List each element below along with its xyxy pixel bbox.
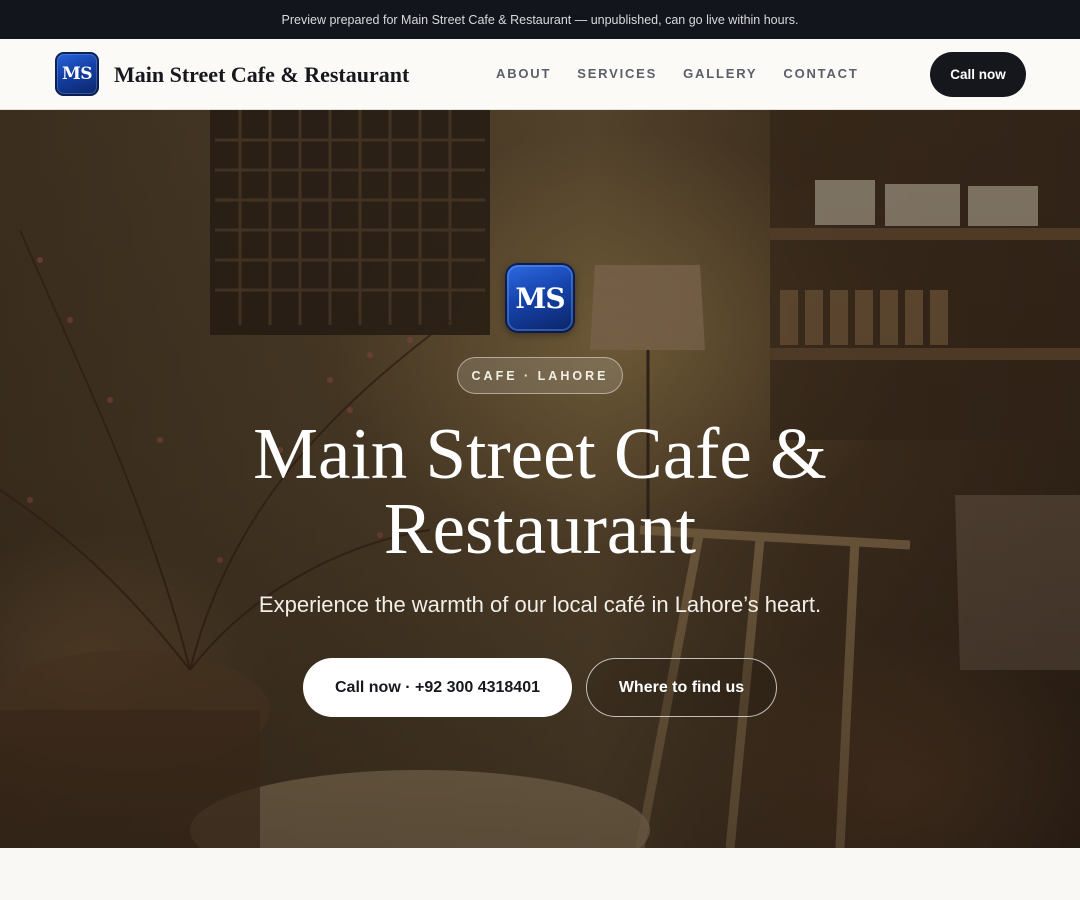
main-nav: ABOUT SERVICES GALLERY CONTACT <box>496 66 885 81</box>
brand-name[interactable]: Main Street Cafe & Restaurant <box>114 62 409 88</box>
header-call-button[interactable]: Call now <box>930 52 1026 97</box>
find-us-button[interactable]: Where to find us <box>586 658 777 717</box>
brand-logo-text: MS <box>61 64 93 84</box>
brand-logo[interactable]: MS <box>55 52 99 96</box>
site-header: MS Main Street Cafe & Restaurant ABOUT S… <box>0 39 1080 110</box>
hero-subtitle: Experience the warmth of our local café … <box>258 592 822 617</box>
location-tag: CAFE · LAHORE <box>457 357 623 394</box>
call-now-button[interactable]: Call now · +92 300 4318401 <box>303 658 572 717</box>
hero-section: MS CAFE · LAHORE Main Street Cafe & Rest… <box>0 110 1080 848</box>
hero-content: MS CAFE · LAHORE Main Street Cafe & Rest… <box>0 110 1080 848</box>
hero-logo: MS <box>505 263 575 333</box>
hero-title: Main Street Cafe & Restaurant <box>253 413 827 569</box>
nav-link-gallery[interactable]: GALLERY <box>683 66 757 81</box>
preview-banner: Preview prepared for Main Street Cafe & … <box>0 0 1080 39</box>
nav-link-about[interactable]: ABOUT <box>496 66 551 81</box>
preview-banner-text: Preview prepared for Main Street Cafe & … <box>281 12 799 27</box>
hero-logo-text: MS <box>515 281 565 315</box>
nav-link-contact[interactable]: CONTACT <box>783 66 858 81</box>
nav-link-services[interactable]: SERVICES <box>577 66 657 81</box>
